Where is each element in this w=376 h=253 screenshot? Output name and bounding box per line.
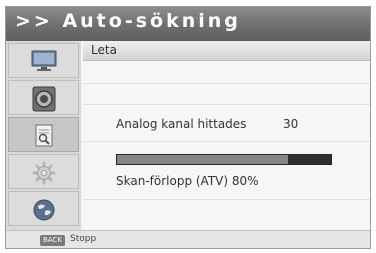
scan-progress-bar <box>116 154 332 165</box>
tv-icon <box>31 50 57 71</box>
page-title: >> Auto-sökning <box>15 10 241 32</box>
app-window: >> Auto-sökning Leta Analog kanal hittad… <box>5 6 371 249</box>
scan-progress-label: Skan-förlopp (ATV) 80% <box>116 174 259 188</box>
search-document-icon <box>35 124 53 147</box>
title-bar: >> Auto-sökning <box>6 7 370 41</box>
globe-icon <box>33 199 55 221</box>
panel-header: Leta <box>83 41 370 61</box>
scan-progress-fill <box>117 155 289 164</box>
back-key-badge[interactable]: BACK <box>40 235 65 246</box>
gear-icon <box>32 161 56 185</box>
channels-found-count: 30 <box>283 117 299 131</box>
sidebar-item-settings[interactable] <box>8 154 79 189</box>
row-divider <box>83 104 370 105</box>
row-divider <box>83 199 370 200</box>
scan-panel: Leta Analog kanal hittades 30 Skan-förlo… <box>83 41 370 230</box>
panel-header-label: Leta <box>91 43 117 57</box>
speaker-icon <box>32 86 56 112</box>
channels-found-label: Analog kanal hittades <box>116 117 247 131</box>
row-divider <box>83 83 370 84</box>
sidebar-item-channels[interactable] <box>8 191 79 226</box>
stop-hint-label: Stopp <box>70 234 97 244</box>
footer-bar: BACK Stopp <box>6 230 370 248</box>
sidebar-item-picture[interactable] <box>8 43 79 78</box>
sidebar-item-search[interactable] <box>8 117 79 152</box>
sidebar-item-sound[interactable] <box>8 80 79 115</box>
row-divider <box>83 141 370 142</box>
sidebar <box>6 41 81 230</box>
